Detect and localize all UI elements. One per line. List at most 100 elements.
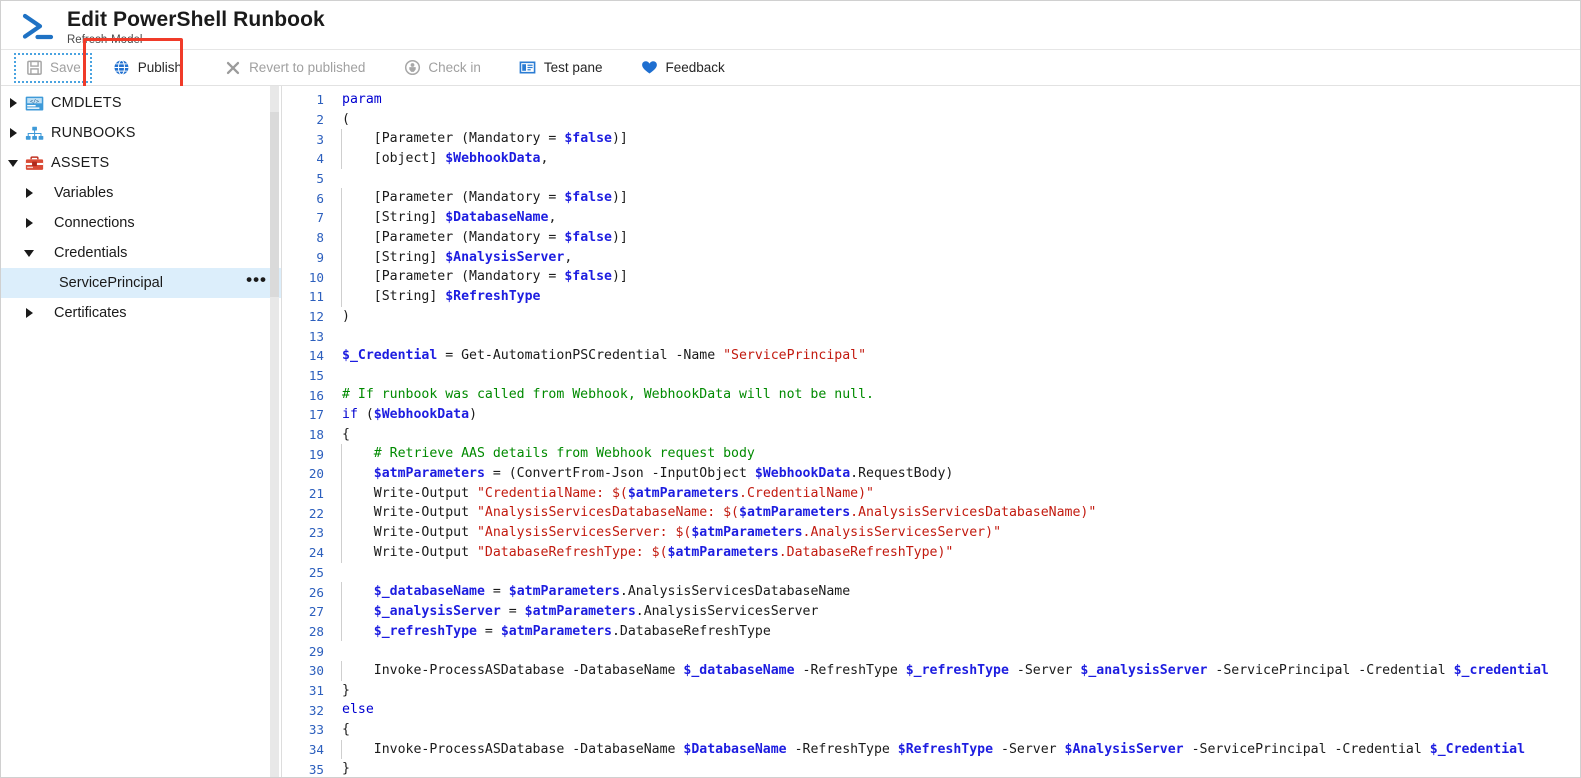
code-text[interactable]: Write-Output "DatabaseRefreshType: $($at… <box>334 543 1580 563</box>
code-line[interactable]: 20 $atmParameters = (ConvertFrom-Json -I… <box>282 464 1580 484</box>
code-line[interactable]: 11 [String] $RefreshType <box>282 287 1580 307</box>
sidebar-item-credentials[interactable]: Credentials <box>1 238 281 268</box>
code-text[interactable]: { <box>334 425 1580 445</box>
sidebar-scrollbar[interactable] <box>270 86 279 777</box>
code-line[interactable]: 34 Invoke-ProcessASDatabase -DatabaseNam… <box>282 740 1580 760</box>
code-text[interactable]: Write-Output "AnalysisServicesDatabaseNa… <box>334 503 1580 523</box>
sidebar-item-assets[interactable]: ASSETS <box>1 148 281 178</box>
code-line[interactable]: 3 [Parameter (Mandatory = $false)] <box>282 129 1580 149</box>
code-line[interactable]: 32else <box>282 700 1580 720</box>
code-line[interactable]: 28 $_refreshType = $atmParameters.Databa… <box>282 622 1580 642</box>
code-text[interactable]: [String] $RefreshType <box>334 287 1580 307</box>
context-menu-icon[interactable]: ••• <box>246 275 267 291</box>
chevron-right-icon[interactable] <box>5 125 21 141</box>
code-line[interactable]: 13 <box>282 326 1580 346</box>
code-text[interactable]: [String] $AnalysisServer, <box>334 248 1580 268</box>
scrollbar-track-bottom[interactable] <box>270 297 279 777</box>
code-text[interactable]: [object] $WebhookData, <box>334 149 1580 169</box>
code-line[interactable]: 17if ($WebhookData) <box>282 405 1580 425</box>
code-token-str: .DatabaseRefreshType)" <box>779 545 954 560</box>
scrollbar-thumb[interactable] <box>270 112 279 297</box>
scrollbar-track-top[interactable] <box>270 86 279 112</box>
code-line[interactable]: 27 $_analysisServer = $atmParameters.Ana… <box>282 602 1580 622</box>
save-button[interactable]: Save <box>15 54 91 82</box>
code-text[interactable]: [Parameter (Mandatory = $false)] <box>334 267 1580 287</box>
sidebar-item-certificates[interactable]: Certificates <box>1 298 281 328</box>
code-text[interactable]: [Parameter (Mandatory = $false)] <box>334 129 1580 149</box>
chevron-right-icon[interactable] <box>5 95 21 111</box>
code-text[interactable]: ) <box>334 307 1580 327</box>
chevron-right-icon[interactable] <box>21 185 37 201</box>
chevron-right-icon[interactable] <box>21 305 37 321</box>
code-editor[interactable]: 1param2(3 [Parameter (Mandatory = $false… <box>282 86 1580 777</box>
code-line[interactable]: 29 <box>282 641 1580 661</box>
code-line[interactable]: 5 <box>282 169 1580 189</box>
code-line[interactable]: 24 Write-Output "DatabaseRefreshType: $(… <box>282 543 1580 563</box>
code-text[interactable]: param <box>334 90 1580 110</box>
check-in-button[interactable]: Check in <box>393 54 491 82</box>
code-text[interactable]: [Parameter (Mandatory = $false)] <box>334 228 1580 248</box>
sidebar-item-variables[interactable]: Variables <box>1 178 281 208</box>
code-line[interactable]: 8 [Parameter (Mandatory = $false)] <box>282 228 1580 248</box>
code-text[interactable]: if ($WebhookData) <box>334 405 1580 425</box>
code-line[interactable]: 18{ <box>282 425 1580 445</box>
code-line[interactable]: 16# If runbook was called from Webhook, … <box>282 385 1580 405</box>
code-line[interactable]: 15 <box>282 366 1580 386</box>
chevron-right-icon[interactable] <box>21 215 37 231</box>
code-line[interactable]: 30 Invoke-ProcessASDatabase -DatabaseNam… <box>282 661 1580 681</box>
code-text[interactable]: Invoke-ProcessASDatabase -DatabaseName $… <box>334 661 1580 681</box>
code-line[interactable]: 31} <box>282 681 1580 701</box>
code-text[interactable]: $_databaseName = $atmParameters.Analysis… <box>334 582 1580 602</box>
code-text[interactable]: # If runbook was called from Webhook, We… <box>334 385 1580 405</box>
code-line[interactable]: 14$_Credential = Get-AutomationPSCredent… <box>282 346 1580 366</box>
code-text[interactable]: } <box>334 759 1580 777</box>
code-text[interactable]: Write-Output "CredentialName: $($atmPara… <box>334 484 1580 504</box>
line-number: 35 <box>282 762 334 777</box>
code-line[interactable]: 2( <box>282 110 1580 130</box>
code-lines-container[interactable]: 1param2(3 [Parameter (Mandatory = $false… <box>282 86 1580 777</box>
code-text[interactable]: $atmParameters = (ConvertFrom-Json -Inpu… <box>334 464 1580 484</box>
feedback-button[interactable]: Feedback <box>630 54 734 82</box>
page-title: Edit PowerShell Runbook <box>67 7 325 32</box>
code-line[interactable]: 26 $_databaseName = $atmParameters.Analy… <box>282 582 1580 602</box>
code-line[interactable]: 12) <box>282 307 1580 327</box>
code-text[interactable]: Invoke-ProcessASDatabase -DatabaseName $… <box>334 740 1580 760</box>
revert-to-published-button[interactable]: Revert to published <box>214 54 375 82</box>
code-text[interactable]: [Parameter (Mandatory = $false)] <box>334 188 1580 208</box>
code-token-pun: = Get-AutomationPSCredential -Name <box>437 348 723 363</box>
code-token-var: $atmParameters <box>501 624 612 639</box>
code-text[interactable]: ( <box>334 110 1580 130</box>
code-line[interactable]: 6 [Parameter (Mandatory = $false)] <box>282 188 1580 208</box>
sidebar-item-serviceprincipal[interactable]: ServicePrincipal ••• <box>1 268 281 298</box>
code-text[interactable]: $_refreshType = $atmParameters.DatabaseR… <box>334 622 1580 642</box>
code-line[interactable]: 22 Write-Output "AnalysisServicesDatabas… <box>282 503 1580 523</box>
code-text[interactable]: $_Credential = Get-AutomationPSCredentia… <box>334 346 1580 366</box>
code-text[interactable]: else <box>334 700 1580 720</box>
sidebar-item-runbooks[interactable]: RUNBOOKS <box>1 118 281 148</box>
code-line[interactable]: 1param <box>282 90 1580 110</box>
code-line[interactable]: 19 # Retrieve AAS details from Webhook r… <box>282 444 1580 464</box>
code-text[interactable]: } <box>334 681 1580 701</box>
code-line[interactable]: 23 Write-Output "AnalysisServicesServer:… <box>282 523 1580 543</box>
line-number: 21 <box>282 486 334 501</box>
code-text[interactable]: $_analysisServer = $atmParameters.Analys… <box>334 602 1580 622</box>
test-pane-button[interactable]: Test pane <box>509 54 613 82</box>
code-text[interactable]: # Retrieve AAS details from Webhook requ… <box>334 444 1580 464</box>
code-text[interactable]: Write-Output "AnalysisServicesServer: $(… <box>334 523 1580 543</box>
code-line[interactable]: 35} <box>282 759 1580 777</box>
code-line[interactable]: 7 [String] $DatabaseName, <box>282 208 1580 228</box>
chevron-down-icon[interactable] <box>5 155 21 171</box>
chevron-down-icon[interactable] <box>21 245 37 261</box>
code-token-pun: Write-Output <box>342 505 477 520</box>
sidebar-item-connections[interactable]: Connections <box>1 208 281 238</box>
code-line[interactable]: 4 [object] $WebhookData, <box>282 149 1580 169</box>
code-line[interactable]: 21 Write-Output "CredentialName: $($atmP… <box>282 484 1580 504</box>
code-line[interactable]: 10 [Parameter (Mandatory = $false)] <box>282 267 1580 287</box>
sidebar-item-cmdlets[interactable]: </> CMDLETS <box>1 88 281 118</box>
publish-button[interactable]: Publish <box>103 54 192 82</box>
code-line[interactable]: 33{ <box>282 720 1580 740</box>
code-line[interactable]: 9 [String] $AnalysisServer, <box>282 248 1580 268</box>
code-text[interactable]: [String] $DatabaseName, <box>334 208 1580 228</box>
code-text[interactable]: { <box>334 720 1580 740</box>
code-line[interactable]: 25 <box>282 563 1580 583</box>
